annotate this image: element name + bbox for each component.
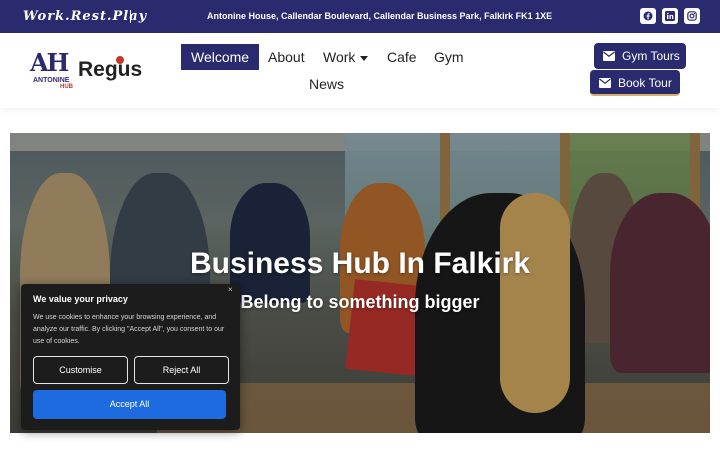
nav-item-work-label: Work	[323, 49, 356, 65]
logo-mark: AH	[30, 48, 69, 77]
chevron-down-icon	[360, 55, 369, 61]
cookie-title: We value your privacy	[33, 294, 128, 304]
hero-title: Business Hub In Falkirk	[189, 247, 531, 280]
gym-tours-button[interactable]: Gym Tours	[594, 43, 686, 69]
nav-item-welcome[interactable]: Welcome	[181, 44, 259, 70]
facebook-icon[interactable]	[640, 8, 656, 24]
tagline: Work.Rest.Play	[23, 9, 148, 24]
nav-item-cafe[interactable]: Cafe	[387, 44, 417, 70]
nav-item-news[interactable]: News	[309, 71, 344, 97]
logo-line-1: ANTONINE	[33, 77, 70, 84]
book-tour-label: Book Tour	[618, 76, 672, 90]
site-logo[interactable]: AH ANTONINE HUB Regus	[30, 48, 143, 92]
site-header: AH ANTONINE HUB Regus Welcome About Work…	[0, 33, 720, 108]
text-cursor	[130, 10, 131, 23]
nav-item-gym[interactable]: Gym	[434, 44, 464, 70]
logo-brand: Regus	[78, 58, 143, 81]
linkedin-icon[interactable]	[662, 8, 678, 24]
nav-item-about[interactable]: About	[268, 44, 305, 70]
address-text: Antonine House, Callendar Boulevard, Cal…	[207, 11, 553, 21]
reject-all-button[interactable]: Reject All	[134, 356, 229, 384]
close-icon[interactable]: ×	[228, 285, 233, 294]
logo-line-2: HUB	[60, 84, 73, 90]
cookie-consent-dialog: × We value your privacy We use cookies t…	[21, 284, 240, 430]
nav-item-work[interactable]: Work	[323, 44, 369, 70]
book-tour-button[interactable]: Book Tour	[590, 70, 680, 96]
accept-all-button[interactable]: Accept All	[33, 390, 226, 419]
top-bar: Work.Rest.Play Antonine House, Callendar…	[0, 0, 720, 33]
cookie-text: We use cookies to enhance your browsing …	[33, 314, 225, 345]
customise-button[interactable]: Customise	[33, 356, 128, 384]
gym-tours-label: Gym Tours	[622, 49, 680, 63]
instagram-icon[interactable]	[684, 8, 700, 24]
envelope-icon	[599, 78, 611, 88]
envelope-icon	[603, 51, 615, 61]
logo-dot	[116, 56, 124, 64]
